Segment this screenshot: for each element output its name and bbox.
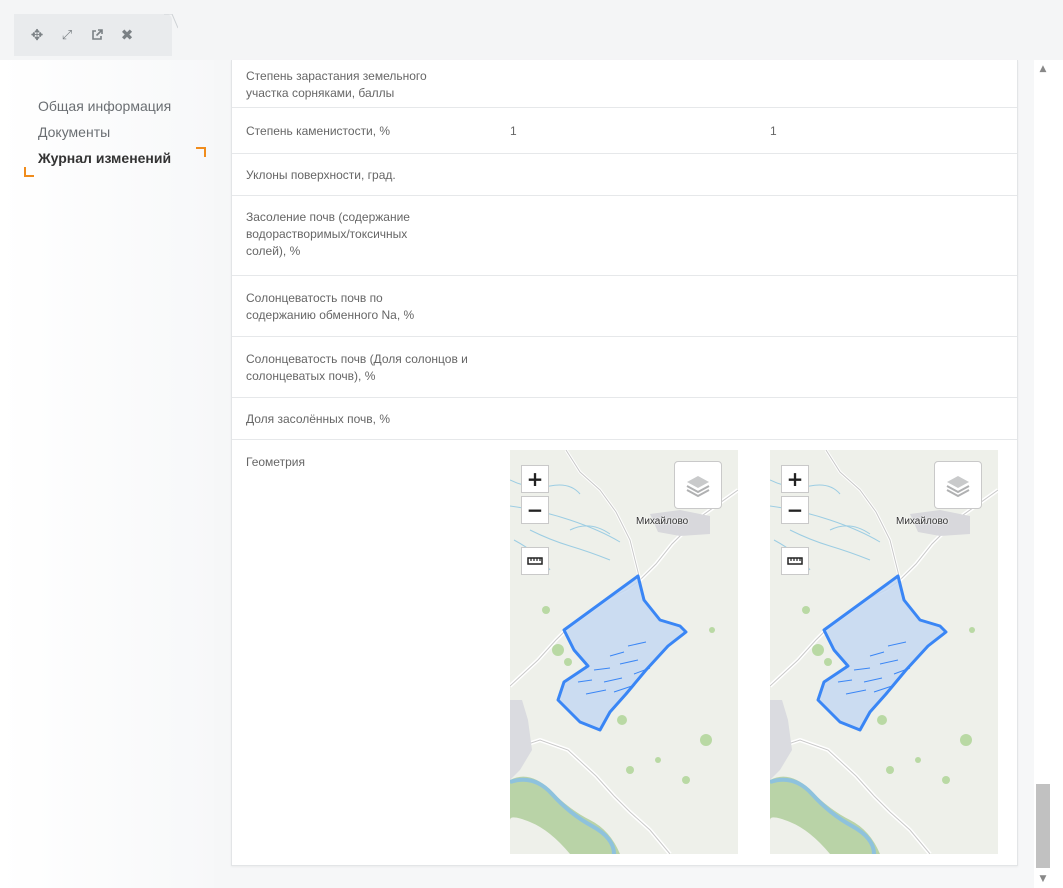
row-label: Степень каменистости, % [246, 124, 391, 138]
row-label: Доля засолённых почв, % [246, 412, 390, 426]
layers-icon[interactable] [674, 461, 722, 509]
scrollbar-thumb[interactable] [1036, 784, 1050, 868]
side-panel [0, 60, 214, 888]
nav-item-change-log[interactable]: Журнал изменений [38, 150, 171, 166]
table-row: Уклоны поверхности, град. [232, 154, 1017, 196]
table-row: Степень каменистости, % 1 1 [232, 108, 1017, 154]
table-row: Доля засолённых почв, % [232, 398, 1017, 440]
scroll-up-icon[interactable]: ▲ [1035, 62, 1051, 76]
active-bracket-bottom-left [24, 167, 34, 177]
window-toolbar: ✥ ⤢ ✖ [14, 14, 172, 56]
close-icon[interactable]: ✖ [112, 20, 142, 50]
zoom-out-button[interactable]: − [521, 496, 549, 524]
zoom-in-button[interactable]: + [521, 465, 549, 493]
scroll-down-icon[interactable]: ▼ [1035, 872, 1051, 886]
row-label: Уклоны поверхности, град. [246, 168, 396, 182]
row-label: Геометрия [246, 455, 305, 469]
ruler-icon[interactable] [781, 547, 809, 575]
attributes-table: Степень зарастания земельного участка со… [231, 60, 1018, 866]
zoom-in-button[interactable]: + [781, 465, 809, 493]
table-row: Степень зарастания земельного участка со… [232, 60, 1017, 108]
right-margin [1051, 60, 1063, 888]
nav-item-general-info[interactable]: Общая информация [38, 98, 171, 114]
place-label: Михайлово [896, 516, 949, 527]
row-label: Солонцеватость почв (Доля солонцов и сол… [246, 352, 468, 383]
table-row: Солонцеватость почв по содержанию обменн… [232, 276, 1017, 337]
geometry-map-new[interactable]: + − Михайлово [770, 450, 998, 854]
table-row: Засоление почв (содержание водорастворим… [232, 196, 1017, 276]
vertical-scrollbar[interactable]: ▲ ▼ [1035, 60, 1051, 888]
row-value-old: 1 [510, 124, 517, 138]
toolbar-tab-edge [164, 14, 178, 29]
row-label: Солонцеватость почв по содержанию обменн… [246, 291, 415, 322]
active-bracket-top-right [196, 147, 206, 157]
expand-icon[interactable]: ⤢ [52, 20, 82, 50]
external-link-icon[interactable] [82, 20, 112, 50]
zoom-out-button[interactable]: − [781, 496, 809, 524]
place-label: Михайлово [636, 516, 689, 527]
nav-item-documents[interactable]: Документы [38, 124, 110, 140]
geometry-map-old[interactable]: + − Михайлово [510, 450, 738, 854]
move-icon[interactable]: ✥ [22, 20, 52, 50]
ruler-icon[interactable] [521, 547, 549, 575]
layers-icon[interactable] [934, 461, 982, 509]
row-label: Степень зарастания земельного участка со… [246, 69, 427, 100]
row-value-new: 1 [770, 124, 777, 138]
row-label: Засоление почв (содержание водорастворим… [246, 210, 410, 258]
table-row: Солонцеватость почв (Доля солонцов и сол… [232, 337, 1017, 398]
